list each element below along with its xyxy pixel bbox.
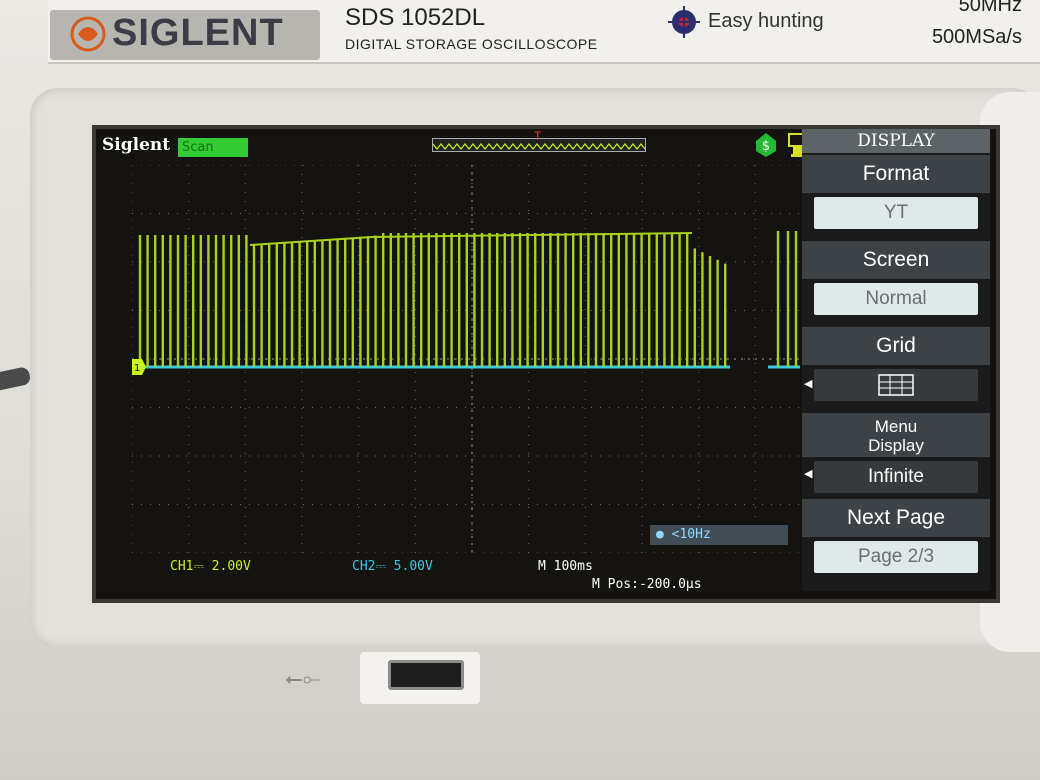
screen-option[interactable]: Screen Normal xyxy=(802,241,990,315)
persistence-selector-arrow-icon: ◀ xyxy=(804,468,813,480)
format-value: YT xyxy=(814,197,978,229)
acquire-mode-badge: Scan xyxy=(178,138,248,157)
frequency-value: <10Hz xyxy=(671,527,711,542)
next-page-option[interactable]: Next Page Page 2/3 xyxy=(802,499,990,573)
easy-hunting-label: Easy hunting xyxy=(708,10,824,32)
device-subtitle: DIGITAL STORAGE OSCILLOSCOPE xyxy=(345,36,598,52)
horizontal-position: M Pos:-200.0μs xyxy=(592,577,702,592)
next-page-label: Next Page xyxy=(802,499,990,537)
format-label: Format xyxy=(802,155,990,193)
easy-hunting-icon xyxy=(668,6,700,38)
grid-label: Grid xyxy=(802,327,990,365)
display-menu: DISPLAY Format YT Screen Normal Grid ◀ M… xyxy=(802,129,990,591)
usb-symbol-icon: ⭠⟜ xyxy=(285,666,321,691)
waveform-graticule: 1 xyxy=(132,165,812,553)
brand-logo-text: SIGLENT xyxy=(112,12,284,54)
persistence-label: Menu Display xyxy=(802,413,990,457)
trigger-position-marker: T xyxy=(534,129,542,143)
counter-icon: ● xyxy=(656,527,664,542)
menu-title: DISPLAY xyxy=(802,129,990,153)
siglent-logo-icon xyxy=(70,16,106,52)
model-name: SDS 1052DL xyxy=(345,4,486,31)
sample-rate-spec: 500MSa/s xyxy=(931,26,1022,48)
lcd-screen: Siglent Scan T $ 1 ● <10Hz CH1⎓ 2.00V CH… xyxy=(92,125,1000,603)
persistence-value: Infinite xyxy=(814,461,978,493)
screen-brand: Siglent xyxy=(102,135,171,155)
ch1-scale: CH1⎓ 2.00V xyxy=(170,559,251,574)
screen-label: Screen xyxy=(802,241,990,279)
frequency-readout: ● <10Hz xyxy=(650,525,788,545)
grid-icon xyxy=(814,369,978,401)
bandwidth-spec: 50MHz xyxy=(958,0,1022,16)
persistence-label-line1: Menu xyxy=(874,417,918,436)
screen-value: Normal xyxy=(814,283,978,315)
format-option[interactable]: Format YT xyxy=(802,155,990,229)
usb-port[interactable] xyxy=(388,660,464,690)
svg-text:$: $ xyxy=(762,139,770,154)
persistence-label-line2: Display xyxy=(868,436,924,455)
grid-option[interactable]: Grid ◀ xyxy=(802,327,990,401)
ch2-scale: CH2⎓ 5.00V xyxy=(352,559,433,574)
trigger-status-icon: $ xyxy=(756,133,776,157)
persistence-option[interactable]: Menu Display Infinite ◀ xyxy=(802,413,990,493)
timebase-readout: M 100ms xyxy=(538,559,593,574)
grid-selector-arrow-icon: ◀ xyxy=(804,378,813,390)
ch1-ground-label: 1 xyxy=(134,363,140,374)
status-bar: CH1⎓ 2.00V CH2⎓ 5.00V M 100ms M Pos:-200… xyxy=(96,553,806,595)
page-indicator: Page 2/3 xyxy=(814,541,978,573)
